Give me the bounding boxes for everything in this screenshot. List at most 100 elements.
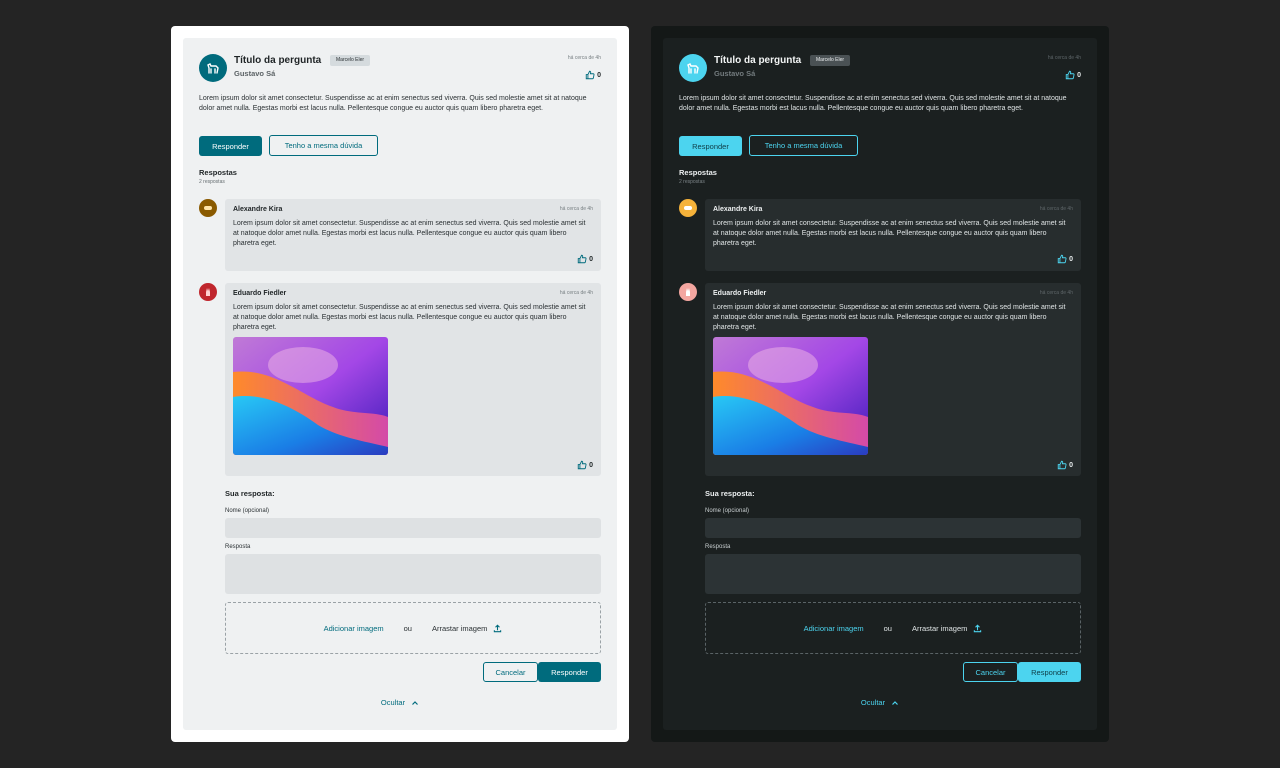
question-tag: Marcelo Eler	[330, 55, 371, 66]
reply-button[interactable]: Responder	[679, 136, 742, 156]
your-answer-title: Sua resposta:	[225, 489, 275, 498]
answer-time: há cerca de 4h	[559, 206, 593, 212]
drag-image-hint: Arrastar imagem	[912, 624, 982, 633]
add-image-link[interactable]: Adicionar imagem	[324, 624, 384, 633]
answers-heading: Respostas	[679, 168, 717, 177]
answer-card: Alexandre Kira há cerca de 4h Lorem ipsu…	[225, 199, 601, 271]
answer-like-count: 0	[1069, 461, 1073, 469]
drag-image-hint: Arrastar imagem	[432, 624, 502, 633]
answer-avatar-alexandre	[679, 199, 697, 217]
answer-time: há cerca de 4h	[1039, 206, 1073, 212]
reply-field-label: Resposta	[225, 544, 251, 550]
name-field-label: Nome (opcional)	[225, 508, 270, 514]
question-like-count: 0	[597, 71, 601, 79]
question-card: Título da pergunta Marcelo Eler Gustavo …	[663, 38, 1097, 730]
answer-card: Eduardo Fiedler há cerca de 4h Lorem ips…	[225, 283, 601, 476]
answer-like-count: 0	[589, 255, 593, 263]
name-input[interactable]	[705, 518, 1081, 538]
answer-card: Eduardo Fiedler há cerca de 4h Lorem ips…	[705, 283, 1081, 476]
answer-like-button[interactable]: 0	[577, 254, 593, 264]
chevron-up-icon	[412, 700, 419, 705]
hide-label: Ocultar	[860, 698, 886, 707]
question-time: há cerca de 4h	[567, 55, 601, 61]
answer-like-count: 0	[1069, 255, 1073, 263]
gamepad-icon	[684, 206, 692, 210]
answer-like-button[interactable]: 0	[1057, 254, 1073, 264]
thumbs-up-icon	[1057, 254, 1067, 264]
reply-button[interactable]: Responder	[199, 136, 262, 156]
thumbs-up-icon	[585, 70, 595, 80]
question-body: Lorem ipsum dolor sit amet consectetur. …	[199, 95, 587, 112]
hide-label: Ocultar	[380, 698, 406, 707]
rabbit-icon	[206, 288, 210, 296]
rabbit-icon	[686, 288, 690, 296]
answer-time: há cerca de 4h	[559, 290, 593, 296]
answer-author: Alexandre Kira	[233, 206, 283, 213]
upload-icon	[974, 623, 982, 632]
answer-like-button[interactable]: 0	[1057, 460, 1073, 470]
question-author: Gustavo Sá	[234, 69, 276, 78]
light-theme-panel: Título da pergunta Marcelo Eler Gustavo …	[171, 26, 629, 742]
name-input[interactable]	[225, 518, 601, 538]
answer-like-count: 0	[589, 461, 593, 469]
answer-text: Lorem ipsum dolor sit amet consectetur. …	[713, 304, 1066, 331]
answer-text: Lorem ipsum dolor sit amet consectetur. …	[233, 220, 586, 247]
thumbs-up-icon	[577, 460, 587, 470]
answer-image[interactable]	[233, 337, 388, 455]
question-tag: Marcelo Eler	[810, 55, 851, 66]
answer-text: Lorem ipsum dolor sit amet consectetur. …	[233, 304, 586, 331]
answers-count: 2 respostas	[679, 179, 705, 185]
answer-text: Lorem ipsum dolor sit amet consectetur. …	[713, 220, 1066, 247]
hide-toggle[interactable]: Ocultar	[663, 698, 1097, 707]
question-avatar	[199, 54, 227, 82]
answer-like-button[interactable]: 0	[577, 460, 593, 470]
cancel-button[interactable]: Cancelar	[483, 662, 538, 682]
dark-theme-panel: Título da pergunta Marcelo Eler Gustavo …	[651, 26, 1109, 742]
reply-textarea[interactable]	[225, 554, 601, 594]
answers-count: 2 respostas	[199, 179, 225, 185]
thumbs-up-icon	[1065, 70, 1075, 80]
add-image-link[interactable]: Adicionar imagem	[804, 624, 864, 633]
drag-image-label: Arrastar imagem	[911, 623, 968, 633]
name-field-label: Nome (opcional)	[705, 508, 750, 514]
cancel-button[interactable]: Cancelar	[963, 662, 1018, 682]
answer-image[interactable]	[713, 337, 868, 455]
thumbs-up-icon	[1057, 460, 1067, 470]
image-dropzone[interactable]: Adicionar imagem ou Arrastar imagem	[225, 602, 601, 654]
gamepad-icon	[204, 206, 212, 210]
reply-textarea[interactable]	[705, 554, 1081, 594]
same-doubt-button[interactable]: Tenho a mesma dúvida	[269, 135, 378, 156]
answer-avatar-eduardo	[679, 283, 697, 301]
answer-author: Eduardo Fiedler	[233, 290, 287, 297]
upload-icon	[494, 623, 502, 632]
chevron-up-icon	[892, 700, 899, 705]
reply-field-label: Resposta	[705, 544, 731, 550]
question-body: Lorem ipsum dolor sit amet consectetur. …	[679, 95, 1067, 112]
llama-icon	[687, 63, 699, 74]
question-time: há cerca de 4h	[1047, 55, 1081, 61]
llama-icon	[207, 63, 219, 74]
question-title: Título da pergunta	[234, 55, 322, 66]
question-title: Título da pergunta	[714, 55, 802, 66]
drag-image-label: Arrastar imagem	[431, 623, 488, 633]
answer-author: Eduardo Fiedler	[713, 290, 767, 297]
question-like-button[interactable]: 0	[1065, 70, 1081, 80]
question-avatar	[679, 54, 707, 82]
thumbs-up-icon	[577, 254, 587, 264]
question-like-button[interactable]: 0	[585, 70, 601, 80]
your-answer-title: Sua resposta:	[705, 489, 755, 498]
dropzone-or: ou	[883, 623, 892, 633]
image-dropzone[interactable]: Adicionar imagem ou Arrastar imagem	[705, 602, 1081, 654]
question-author: Gustavo Sá	[714, 69, 756, 78]
answers-heading: Respostas	[199, 168, 237, 177]
answer-avatar-alexandre	[199, 199, 217, 217]
answer-avatar-eduardo	[199, 283, 217, 301]
question-card: Título da pergunta Marcelo Eler Gustavo …	[183, 38, 617, 730]
answer-author: Alexandre Kira	[713, 206, 763, 213]
submit-reply-button[interactable]: Responder	[1018, 662, 1081, 682]
submit-reply-button[interactable]: Responder	[538, 662, 601, 682]
same-doubt-button[interactable]: Tenho a mesma dúvida	[749, 135, 858, 156]
hide-toggle[interactable]: Ocultar	[183, 698, 617, 707]
question-like-count: 0	[1077, 71, 1081, 79]
answer-card: Alexandre Kira há cerca de 4h Lorem ipsu…	[705, 199, 1081, 271]
